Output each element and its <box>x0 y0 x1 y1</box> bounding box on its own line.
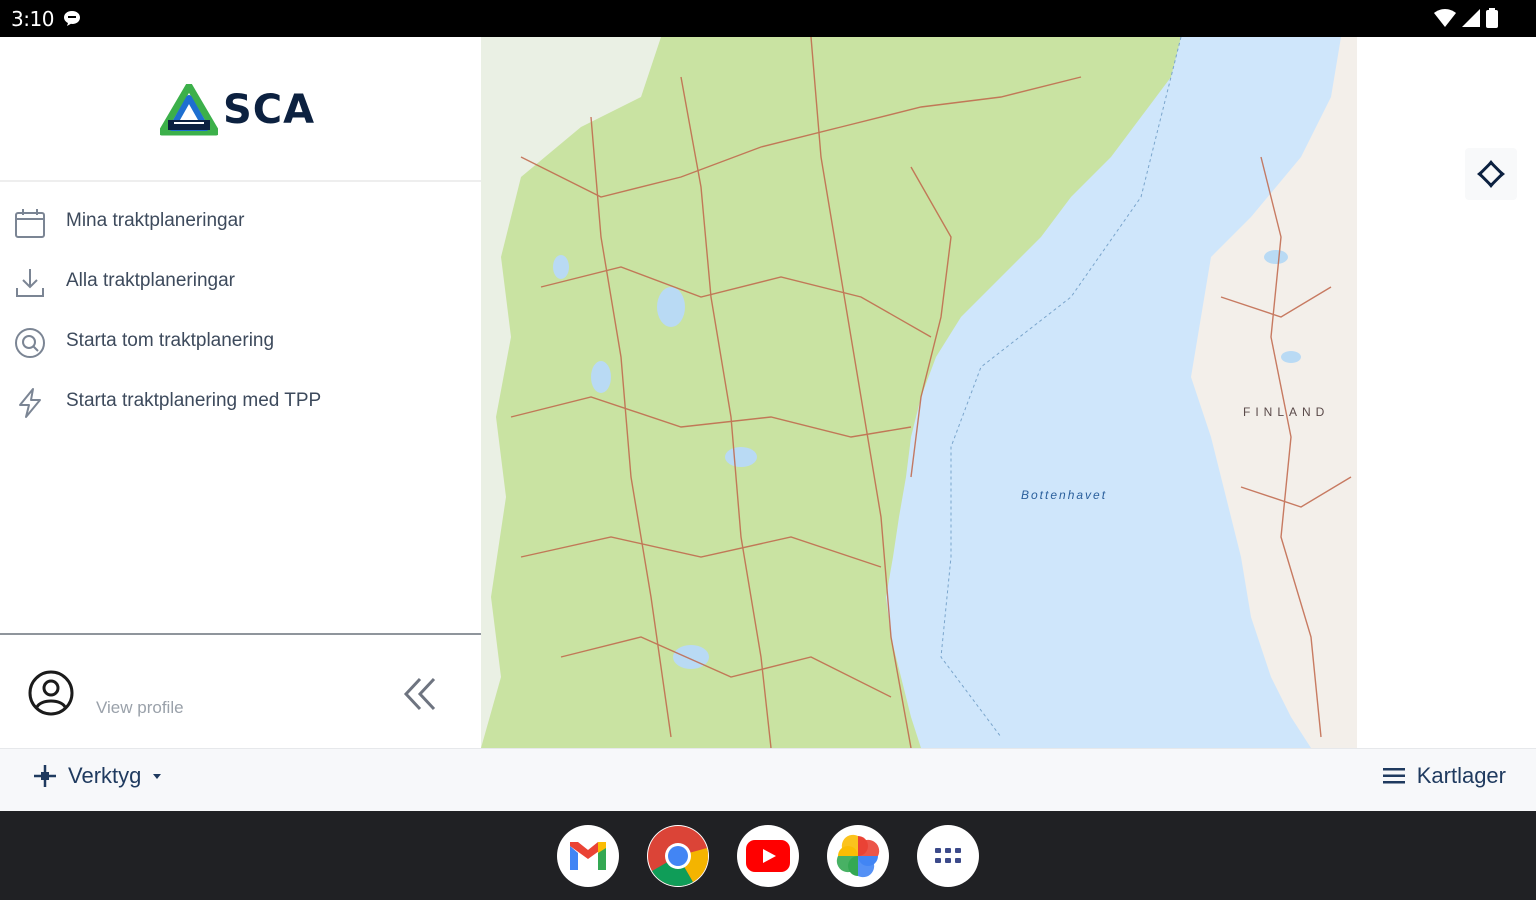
message-icon <box>64 11 80 26</box>
sidebar-item-label: Alla traktplaneringar <box>66 270 235 291</box>
signal-icon <box>1462 9 1480 27</box>
status-time: 3:10 <box>11 7 54 31</box>
wifi-icon <box>1434 9 1456 27</box>
map-view[interactable]: Bottenhavet FINLAND <box>481 37 1357 748</box>
sidebar-item-my-plans[interactable]: Mina traktplaneringar <box>0 192 481 252</box>
sidebar-item-label: Starta traktplanering med TPP <box>66 390 322 411</box>
tools-dropdown[interactable]: Verktyg <box>32 763 163 789</box>
user-circle-icon[interactable] <box>27 669 75 717</box>
sidebar-item-start-tpp[interactable]: Starta traktplanering med TPP <box>0 372 481 432</box>
sidebar-item-start-empty[interactable]: Starta tom traktplanering <box>0 312 481 372</box>
sidebar-item-all-plans[interactable]: Alla traktplaneringar <box>0 252 481 312</box>
bottom-toolbar: Verktyg Kartlager <box>0 748 1536 811</box>
battery-icon <box>1486 8 1498 28</box>
gmail-icon <box>570 842 606 870</box>
photos-app-icon[interactable] <box>827 825 889 887</box>
map-canvas[interactable] <box>481 37 1357 748</box>
map-right-margin <box>1357 37 1536 748</box>
lightning-icon <box>19 388 41 418</box>
calendar-icon <box>15 209 45 238</box>
sca-logo-icon <box>160 84 218 136</box>
logo-area: SCA <box>0 37 481 182</box>
app-dock <box>0 811 1536 900</box>
system-icons <box>1434 8 1498 28</box>
view-profile-link[interactable]: View profile <box>96 698 184 718</box>
app-drawer-button[interactable] <box>917 825 979 887</box>
gmail-app-icon[interactable] <box>557 825 619 887</box>
sidebar-item-label: Starta tom traktplanering <box>66 330 275 351</box>
caret-down-icon <box>153 774 162 779</box>
target-search-icon <box>15 328 45 358</box>
layers-label: Kartlager <box>1416 763 1506 788</box>
move-cross-icon <box>34 765 56 787</box>
brand-name: SCA <box>223 87 316 133</box>
status-bar: 3:10 <box>0 0 1536 37</box>
pinwheel-icon <box>836 834 880 878</box>
map-label-country: FINLAND <box>1243 405 1330 419</box>
layers-button[interactable]: Kartlager <box>1382 763 1506 789</box>
double-chevron-left-icon[interactable] <box>400 673 442 715</box>
map-label-sea: Bottenhavet <box>1021 488 1108 502</box>
recenter-button[interactable] <box>1465 148 1517 200</box>
youtube-icon <box>746 840 790 872</box>
side-panel: SCA Mina traktplaneringar Alla traktplan… <box>0 37 481 748</box>
sidebar-item-label: Mina traktplaneringar <box>66 210 245 231</box>
sidebar-menu: Mina traktplaneringar Alla traktplanerin… <box>0 192 481 432</box>
menu-lines-icon <box>1382 768 1405 784</box>
grid-dots-icon <box>935 848 961 863</box>
crosshair-arrows-icon <box>1477 160 1505 188</box>
youtube-app-icon[interactable] <box>737 825 799 887</box>
tools-label: Verktyg <box>68 763 142 788</box>
chrome-icon <box>648 826 708 886</box>
profile-area: View profile <box>0 633 481 748</box>
chrome-app-icon[interactable] <box>647 825 709 887</box>
download-icon <box>16 269 44 297</box>
